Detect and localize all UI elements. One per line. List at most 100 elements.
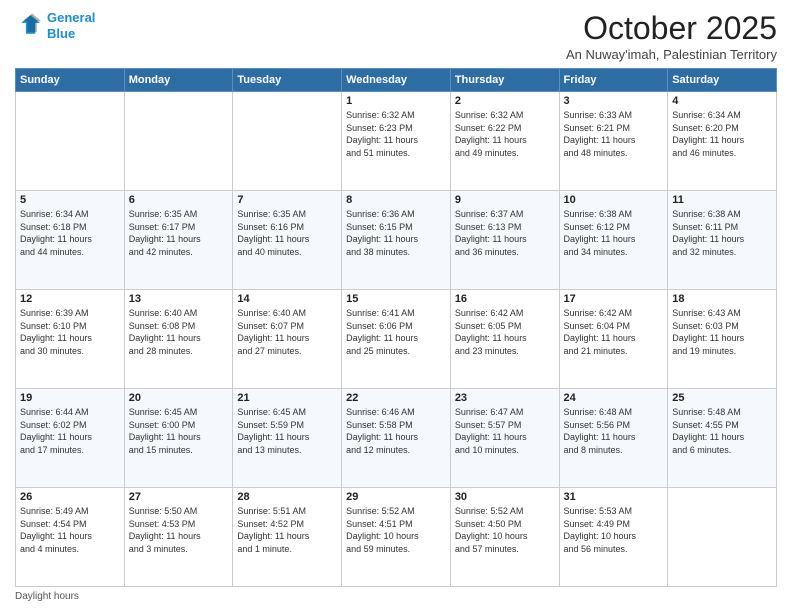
day-number: 25 bbox=[672, 392, 772, 404]
day-number: 22 bbox=[346, 392, 446, 404]
calendar-cell: 26 Sunrise: 5:49 AM Sunset: 4:54 PM Dayli… bbox=[16, 488, 125, 587]
day-number: 11 bbox=[672, 194, 772, 206]
calendar-cell: 25Sunrise: 5:48 AM Sunset: 4:55 PM Dayli… bbox=[668, 389, 777, 488]
day-number: 9 bbox=[455, 194, 555, 206]
calendar-cell bbox=[233, 92, 342, 191]
day-number: 3 bbox=[564, 95, 664, 107]
weekday-header-monday: Monday bbox=[124, 69, 233, 92]
weekday-header-thursday: Thursday bbox=[450, 69, 559, 92]
day-number: 14 bbox=[237, 293, 337, 305]
day-info: Sunrise: 6:35 AM Sunset: 6:16 PM Dayligh… bbox=[237, 208, 337, 258]
day-info: Sunrise: 6:43 AM Sunset: 6:03 PM Dayligh… bbox=[672, 307, 772, 357]
day-number: 8 bbox=[346, 194, 446, 206]
day-info: Sunrise: 6:33 AM Sunset: 6:21 PM Dayligh… bbox=[564, 109, 664, 159]
weekday-header-saturday: Saturday bbox=[668, 69, 777, 92]
day-info: Sunrise: 6:47 AM Sunset: 5:57 PM Dayligh… bbox=[455, 406, 555, 456]
week-row-1: 5 Sunrise: 6:34 AM Sunset: 6:18 PM Daylig… bbox=[16, 191, 777, 290]
calendar-cell: 9Sunrise: 6:37 AM Sunset: 6:13 PM Daylig… bbox=[450, 191, 559, 290]
day-number: 27 bbox=[129, 491, 229, 503]
day-info: Sunrise: 5:51 AM Sunset: 4:52 PM Dayligh… bbox=[237, 505, 337, 555]
calendar-cell: 30 Sunrise: 5:52 AM Sunset: 4:50 PM Dayli… bbox=[450, 488, 559, 587]
day-number: 10 bbox=[564, 194, 664, 206]
logo-text: General Blue bbox=[47, 10, 95, 41]
day-info: Sunrise: 6:36 AM Sunset: 6:15 PM Dayligh… bbox=[346, 208, 446, 258]
week-row-4: 26 Sunrise: 5:49 AM Sunset: 4:54 PM Dayli… bbox=[16, 488, 777, 587]
day-info: Sunrise: 5:49 AM Sunset: 4:54 PM Dayligh… bbox=[20, 505, 120, 555]
calendar-cell: 17Sunrise: 6:42 AM Sunset: 6:04 PM Dayli… bbox=[559, 290, 668, 389]
weekday-header-tuesday: Tuesday bbox=[233, 69, 342, 92]
day-number: 1 bbox=[346, 95, 446, 107]
day-info: Sunrise: 6:35 AM Sunset: 6:17 PM Dayligh… bbox=[129, 208, 229, 258]
calendar-cell: 24Sunrise: 6:48 AM Sunset: 5:56 PM Dayli… bbox=[559, 389, 668, 488]
day-number: 28 bbox=[237, 491, 337, 503]
calendar-cell: 2Sunrise: 6:32 AM Sunset: 6:22 PM Daylig… bbox=[450, 92, 559, 191]
calendar-cell: 11Sunrise: 6:38 AM Sunset: 6:11 PM Dayli… bbox=[668, 191, 777, 290]
calendar-cell: 29 Sunrise: 5:52 AM Sunset: 4:51 PM Dayli… bbox=[342, 488, 451, 587]
weekday-header-friday: Friday bbox=[559, 69, 668, 92]
day-info: Sunrise: 6:39 AM Sunset: 6:10 PM Dayligh… bbox=[20, 307, 120, 357]
day-number: 5 bbox=[20, 194, 120, 206]
day-number: 16 bbox=[455, 293, 555, 305]
day-number: 13 bbox=[129, 293, 229, 305]
calendar-cell: 31 Sunrise: 5:53 AM Sunset: 4:49 PM Dayli… bbox=[559, 488, 668, 587]
footer: Daylight hours bbox=[15, 591, 777, 602]
calendar-cell: 28 Sunrise: 5:51 AM Sunset: 4:52 PM Dayli… bbox=[233, 488, 342, 587]
day-info: Sunrise: 6:44 AM Sunset: 6:02 PM Dayligh… bbox=[20, 406, 120, 456]
day-number: 26 bbox=[20, 491, 120, 503]
day-info: Sunrise: 6:42 AM Sunset: 6:05 PM Dayligh… bbox=[455, 307, 555, 357]
day-number: 31 bbox=[564, 491, 664, 503]
month-title: October 2025 bbox=[566, 10, 777, 47]
calendar-cell: 7 Sunrise: 6:35 AM Sunset: 6:16 PM Daylig… bbox=[233, 191, 342, 290]
logo-line1: General bbox=[47, 10, 95, 25]
day-number: 20 bbox=[129, 392, 229, 404]
weekday-header-wednesday: Wednesday bbox=[342, 69, 451, 92]
day-info: Sunrise: 6:40 AM Sunset: 6:07 PM Dayligh… bbox=[237, 307, 337, 357]
daylight-label: Daylight hours bbox=[15, 591, 79, 602]
day-info: Sunrise: 5:52 AM Sunset: 4:50 PM Dayligh… bbox=[455, 505, 555, 555]
day-info: Sunrise: 6:34 AM Sunset: 6:18 PM Dayligh… bbox=[20, 208, 120, 258]
title-area: October 2025 An Nuway'imah, Palestinian … bbox=[566, 10, 777, 62]
day-number: 19 bbox=[20, 392, 120, 404]
calendar-cell: 5 Sunrise: 6:34 AM Sunset: 6:18 PM Daylig… bbox=[16, 191, 125, 290]
day-info: Sunrise: 5:53 AM Sunset: 4:49 PM Dayligh… bbox=[564, 505, 664, 555]
calendar-header: SundayMondayTuesdayWednesdayThursdayFrid… bbox=[16, 69, 777, 92]
day-info: Sunrise: 6:40 AM Sunset: 6:08 PM Dayligh… bbox=[129, 307, 229, 357]
calendar-cell: 3 Sunrise: 6:33 AM Sunset: 6:21 PM Daylig… bbox=[559, 92, 668, 191]
day-info: Sunrise: 6:45 AM Sunset: 6:00 PM Dayligh… bbox=[129, 406, 229, 456]
location: An Nuway'imah, Palestinian Territory bbox=[566, 47, 777, 62]
day-info: Sunrise: 6:32 AM Sunset: 6:23 PM Dayligh… bbox=[346, 109, 446, 159]
calendar-cell: 22Sunrise: 6:46 AM Sunset: 5:58 PM Dayli… bbox=[342, 389, 451, 488]
calendar-cell: 16 Sunrise: 6:42 AM Sunset: 6:05 PM Dayli… bbox=[450, 290, 559, 389]
logo-icon bbox=[15, 12, 43, 40]
day-number: 4 bbox=[672, 95, 772, 107]
logo-line2: Blue bbox=[47, 26, 75, 41]
weekday-header-sunday: Sunday bbox=[16, 69, 125, 92]
logo: General Blue bbox=[15, 10, 95, 41]
calendar-cell: 4 Sunrise: 6:34 AM Sunset: 6:20 PM Daylig… bbox=[668, 92, 777, 191]
calendar-body: 1 Sunrise: 6:32 AM Sunset: 6:23 PM Daylig… bbox=[16, 92, 777, 587]
day-number: 29 bbox=[346, 491, 446, 503]
calendar-cell: 1 Sunrise: 6:32 AM Sunset: 6:23 PM Daylig… bbox=[342, 92, 451, 191]
day-number: 6 bbox=[129, 194, 229, 206]
day-number: 12 bbox=[20, 293, 120, 305]
calendar-cell: 10Sunrise: 6:38 AM Sunset: 6:12 PM Dayli… bbox=[559, 191, 668, 290]
calendar-cell: 12 Sunrise: 6:39 AM Sunset: 6:10 PM Dayli… bbox=[16, 290, 125, 389]
day-info: Sunrise: 6:32 AM Sunset: 6:22 PM Dayligh… bbox=[455, 109, 555, 159]
day-info: Sunrise: 6:48 AM Sunset: 5:56 PM Dayligh… bbox=[564, 406, 664, 456]
day-number: 17 bbox=[564, 293, 664, 305]
calendar-cell: 20 Sunrise: 6:45 AM Sunset: 6:00 PM Dayli… bbox=[124, 389, 233, 488]
day-info: Sunrise: 6:34 AM Sunset: 6:20 PM Dayligh… bbox=[672, 109, 772, 159]
day-number: 30 bbox=[455, 491, 555, 503]
day-info: Sunrise: 5:52 AM Sunset: 4:51 PM Dayligh… bbox=[346, 505, 446, 555]
day-number: 7 bbox=[237, 194, 337, 206]
header: General Blue October 2025 An Nuway'imah,… bbox=[15, 10, 777, 62]
calendar-cell: 6 Sunrise: 6:35 AM Sunset: 6:17 PM Daylig… bbox=[124, 191, 233, 290]
calendar-cell: 18 Sunrise: 6:43 AM Sunset: 6:03 PM Dayli… bbox=[668, 290, 777, 389]
day-number: 18 bbox=[672, 293, 772, 305]
calendar-cell: 13 Sunrise: 6:40 AM Sunset: 6:08 PM Dayli… bbox=[124, 290, 233, 389]
calendar-cell: 27 Sunrise: 5:50 AM Sunset: 4:53 PM Dayli… bbox=[124, 488, 233, 587]
page: General Blue October 2025 An Nuway'imah,… bbox=[0, 0, 792, 612]
day-number: 21 bbox=[237, 392, 337, 404]
day-info: Sunrise: 5:50 AM Sunset: 4:53 PM Dayligh… bbox=[129, 505, 229, 555]
day-number: 23 bbox=[455, 392, 555, 404]
